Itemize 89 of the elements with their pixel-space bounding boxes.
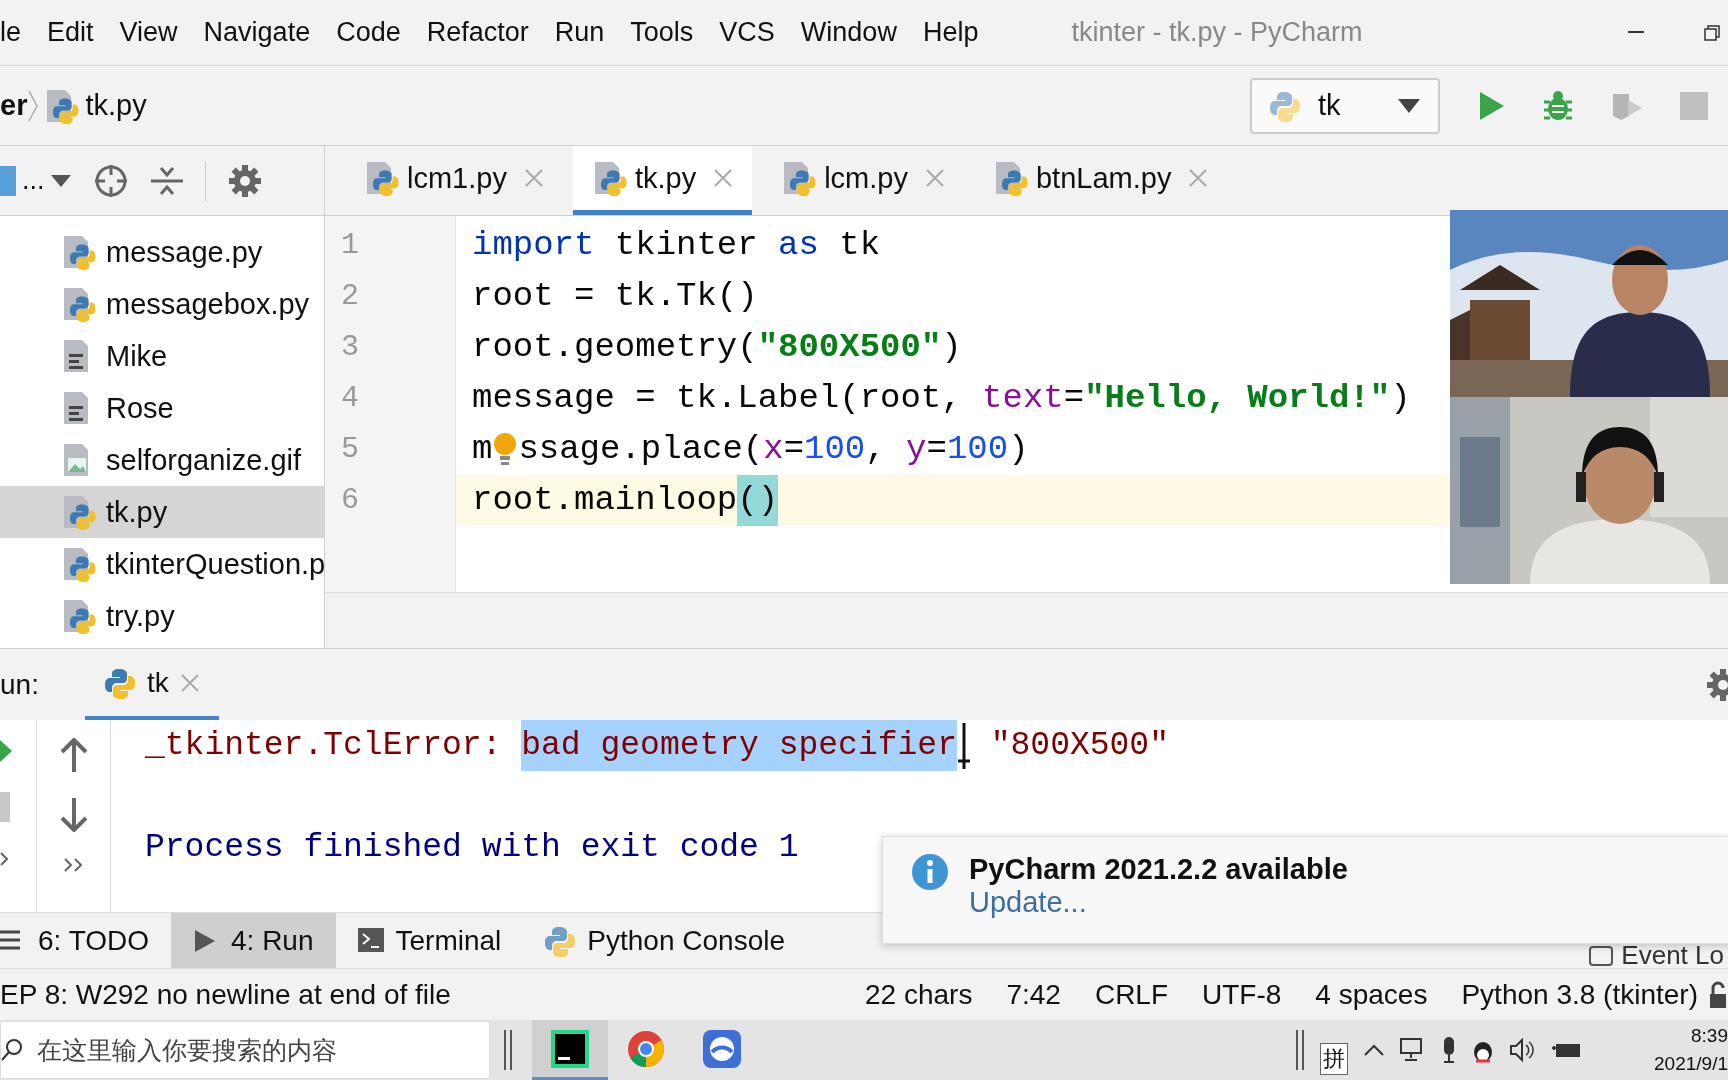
status-item[interactable]: UTF-8 bbox=[1202, 978, 1282, 1011]
editor-tab[interactable]: lcm1.py bbox=[345, 146, 563, 215]
microphone-icon[interactable] bbox=[1442, 1037, 1456, 1063]
clock-date[interactable]: 2021/9/1 bbox=[1654, 1050, 1728, 1078]
file-tree-item[interactable]: Rose bbox=[0, 382, 324, 434]
code-line: message = tk.Label(root, text="Hello, World!") bbox=[471, 378, 1412, 419]
breadcrumb[interactable]: er bbox=[0, 89, 28, 122]
up-arrow-icon[interactable] bbox=[59, 738, 88, 772]
line-number: 3 bbox=[340, 329, 360, 366]
status-item[interactable]: 7:42 bbox=[1006, 978, 1061, 1011]
menu-item[interactable]: View bbox=[106, 17, 191, 48]
chat-app-icon bbox=[703, 1029, 741, 1068]
window-title: tkinter - tk.py - PyCharm bbox=[1071, 17, 1363, 48]
notification-title: PyCharm 2021.2.2 available bbox=[969, 853, 1348, 886]
editor-tab[interactable]: btnLam.py bbox=[973, 146, 1228, 215]
file-tree-item[interactable]: try.py bbox=[0, 590, 324, 642]
menu-item[interactable]: Run bbox=[541, 17, 618, 48]
code-line: import tkinter as tk bbox=[471, 225, 882, 266]
down-arrow-icon[interactable] bbox=[59, 798, 88, 832]
caret-icon bbox=[50, 174, 71, 187]
status-item[interactable]: 22 chars bbox=[865, 978, 973, 1011]
line-number: 5 bbox=[340, 431, 360, 468]
console-line: _tkinter.TclError: bad geometry specifier "800X500" bbox=[145, 720, 1169, 771]
event-log-button[interactable]: Event Lo bbox=[1589, 913, 1724, 968]
bug-icon[interactable] bbox=[1542, 89, 1574, 122]
status-item[interactable]: 4 spaces bbox=[1315, 978, 1428, 1011]
status-message: EP 8: W292 no newline at end of file bbox=[0, 978, 452, 1011]
lightbulb-icon bbox=[492, 431, 519, 468]
chevron-up-icon[interactable] bbox=[1364, 1044, 1384, 1056]
run-icon[interactable] bbox=[1478, 89, 1506, 122]
info-icon bbox=[911, 853, 949, 891]
view-dropdown[interactable]: ... bbox=[0, 165, 71, 196]
run-configuration-dropdown[interactable]: tk bbox=[1250, 77, 1440, 134]
file-tree-item[interactable]: tk.py bbox=[0, 486, 324, 538]
text-cursor-icon bbox=[956, 722, 971, 769]
menu-item[interactable]: Help bbox=[909, 17, 992, 48]
clock-time[interactable]: 8:39 bbox=[1691, 1022, 1728, 1050]
line-number: 6 bbox=[340, 482, 360, 519]
search-icon bbox=[1, 1038, 23, 1062]
file-tree-item[interactable]: messagebox.py bbox=[0, 278, 324, 330]
run-label: un: bbox=[0, 668, 40, 701]
menu-item[interactable]: Code bbox=[323, 17, 414, 48]
search-field[interactable]: 在这里输入你要搜索的内容 bbox=[0, 1021, 490, 1079]
tool-window-button[interactable]: 4: Run bbox=[171, 913, 336, 968]
file-tree-item[interactable]: selforganize.gif bbox=[0, 434, 324, 486]
menu-item[interactable]: le bbox=[0, 17, 34, 48]
code-line: root = tk.Tk() bbox=[471, 276, 759, 317]
status-item[interactable]: CRLF bbox=[1094, 978, 1169, 1011]
code-line: root.geometry("800X500") bbox=[471, 327, 963, 368]
menu-item[interactable]: Navigate bbox=[190, 17, 324, 48]
tool-window-button[interactable]: Python Console bbox=[523, 913, 807, 968]
pycharm-icon bbox=[551, 1029, 589, 1068]
restore-icon[interactable] bbox=[1704, 24, 1720, 41]
lock-icon bbox=[1708, 979, 1728, 1010]
chevron-icon[interactable] bbox=[0, 852, 8, 866]
browser-icon bbox=[627, 1029, 665, 1068]
editor-tab[interactable]: tk.py bbox=[572, 146, 753, 215]
speaker-icon[interactable] bbox=[1510, 1038, 1536, 1062]
input-method-indicator[interactable]: 拼 bbox=[1320, 1043, 1348, 1075]
taskbar-grip bbox=[504, 1030, 512, 1070]
file-tree-item[interactable]: Mike bbox=[0, 330, 324, 382]
status-item[interactable]: Python 3.8 (tkinter) bbox=[1461, 978, 1698, 1011]
line-number: 2 bbox=[340, 278, 360, 315]
line-number: 4 bbox=[340, 380, 360, 417]
menu-item[interactable]: Tools bbox=[617, 17, 707, 48]
taskbar-app[interactable] bbox=[532, 1020, 608, 1080]
chevron-icon bbox=[27, 88, 40, 123]
console-line: Process finished with exit code 1 bbox=[145, 828, 799, 868]
settings-icon[interactable] bbox=[227, 163, 262, 198]
menu-item[interactable]: VCS bbox=[706, 17, 788, 48]
editor-tab[interactable]: lcm.py bbox=[762, 146, 964, 215]
line-number: 1 bbox=[340, 227, 360, 264]
menu-item[interactable]: Refactor bbox=[413, 17, 542, 48]
menu-item[interactable]: Window bbox=[787, 17, 910, 48]
terminal-icon bbox=[357, 927, 384, 954]
panel-icon bbox=[0, 165, 16, 196]
tool-window-button[interactable]: 6: TODO bbox=[0, 913, 171, 968]
update-link[interactable]: Update... bbox=[969, 886, 1348, 919]
more-icon[interactable] bbox=[63, 858, 84, 872]
taskbar-grip bbox=[1296, 1030, 1304, 1070]
file-tree-item[interactable]: message.py bbox=[0, 226, 324, 278]
locate-icon[interactable] bbox=[92, 162, 129, 199]
file-tree-item[interactable]: tkinterQuestion.p bbox=[0, 538, 324, 590]
event-log-icon bbox=[1589, 945, 1614, 966]
caret-icon bbox=[1398, 98, 1420, 113]
breadcrumb[interactable]: tk.py bbox=[85, 89, 147, 122]
rerun-icon[interactable] bbox=[0, 740, 12, 762]
tool-window-button[interactable]: Terminal bbox=[335, 913, 524, 968]
menu-item[interactable]: Edit bbox=[34, 17, 107, 48]
